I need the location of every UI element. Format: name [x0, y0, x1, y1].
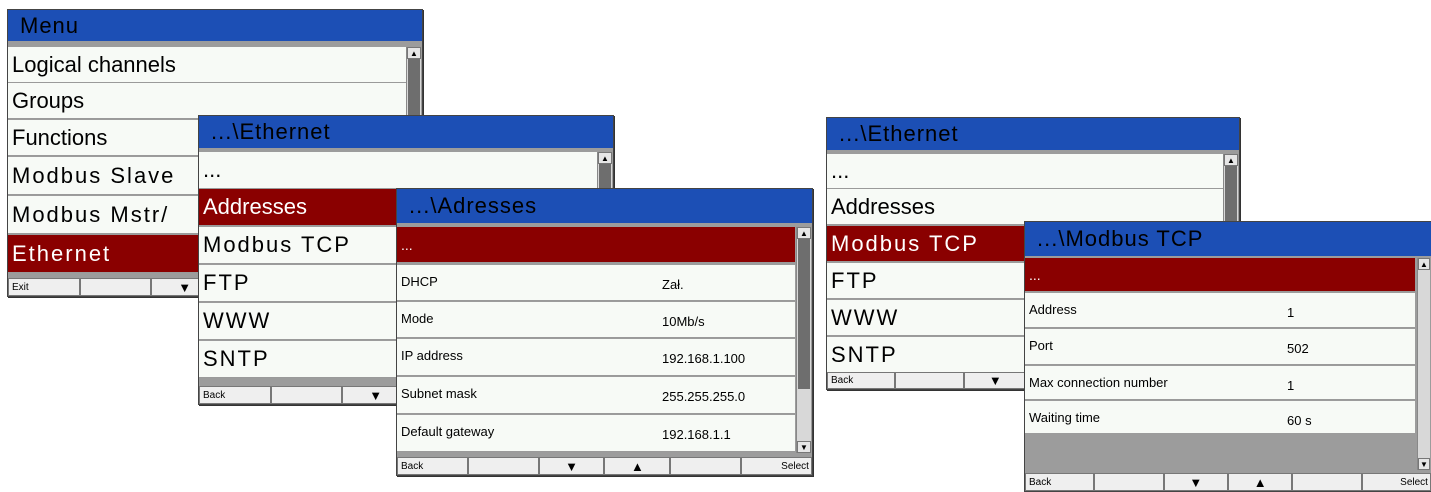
ethernet-right-function-bar: Back ▼ [827, 372, 1027, 389]
port-label: Port [1029, 338, 1053, 353]
ethernet-right-fkey-2[interactable] [895, 372, 964, 389]
ethernet-right-item-up[interactable]: ... [827, 154, 1223, 189]
addresses-row-subnet[interactable]: Subnet mask 255.255.255.0 [397, 377, 795, 414]
scroll-up-arrow-icon[interactable]: ▲ [1224, 154, 1238, 166]
modbus-tcp-list: ... Address 1 Port 502 Max connection nu… [1025, 258, 1415, 433]
addresses-up-button[interactable]: ▲ [604, 457, 671, 475]
default-gateway-label: Default gateway [401, 424, 495, 439]
ethernet-left-item-up[interactable]: ... [199, 152, 597, 189]
addresses-fkey-2[interactable] [467, 457, 539, 475]
modbus-tcp-fkey-5[interactable] [1292, 473, 1362, 491]
back-button[interactable]: Back [397, 457, 468, 475]
modbus-tcp-row-address[interactable]: Address 1 [1025, 293, 1415, 328]
ethernet-left-title: ...\Ethernet [199, 116, 613, 148]
subnet-mask-label: Subnet mask [401, 386, 477, 401]
scroll-down-arrow-icon[interactable]: ▼ [797, 441, 811, 453]
dhcp-label: DHCP [401, 274, 438, 289]
scroll-up-arrow-icon[interactable]: ▲ [598, 152, 612, 164]
modbus-tcp-item-up[interactable]: ... [1025, 258, 1415, 292]
modbus-tcp-title: ...\Modbus TCP [1025, 222, 1431, 256]
modbus-tcp-row-waiting-time[interactable]: Waiting time 60 s [1025, 401, 1415, 433]
ethernet-left-function-bar: Back ▼ [199, 386, 410, 404]
addresses-function-bar: Back ▼ ▲ Select [397, 457, 812, 475]
waiting-time-value: 60 s [1287, 413, 1312, 428]
ethernet-right-down-button[interactable]: ▼ [963, 372, 1027, 389]
back-button[interactable]: Back [199, 386, 271, 404]
addresses-row-gateway[interactable]: Default gateway 192.168.1.1 [397, 415, 795, 452]
mode-value: 10Mb/s [662, 314, 705, 329]
exit-button[interactable]: Exit [8, 278, 80, 296]
modbus-tcp-function-bar: Back ▼ ▲ Select [1025, 473, 1431, 491]
addresses-row-dhcp[interactable]: DHCP Zał. [397, 265, 795, 301]
modbus-tcp-window: ...\Modbus TCP ... Address 1 Port 502 Ma… [1024, 221, 1431, 492]
modbus-tcp-row-max-connections[interactable]: Max connection number 1 [1025, 366, 1415, 400]
ip-address-label: IP address [401, 348, 463, 363]
addresses-scrollbar[interactable]: ▲ ▼ [796, 227, 811, 453]
max-connection-number-value: 1 [1287, 378, 1295, 393]
addresses-fkey-5[interactable] [670, 457, 742, 475]
menu-item-groups[interactable]: Groups [8, 83, 406, 119]
addresses-list: ... DHCP Zał. Mode 10Mb/s IP address 192… [397, 227, 795, 457]
addresses-down-button[interactable]: ▼ [538, 457, 605, 475]
scroll-up-arrow-icon[interactable]: ▲ [1418, 258, 1430, 270]
modbus-tcp-scrollbar[interactable]: ▲ ▼ [1417, 258, 1430, 470]
default-gateway-value: 192.168.1.1 [662, 427, 731, 442]
dhcp-value: Zał. [662, 277, 684, 292]
modbus-tcp-fkey-2[interactable] [1094, 473, 1164, 491]
modbus-tcp-up-button[interactable]: ▲ [1227, 473, 1293, 491]
addresses-row-ip[interactable]: IP address 192.168.1.100 [397, 339, 795, 376]
ethernet-right-item-addresses[interactable]: Addresses [827, 189, 1223, 225]
mode-label: Mode [401, 311, 434, 326]
modbus-tcp-row-port[interactable]: Port 502 [1025, 329, 1415, 365]
scroll-down-arrow-icon[interactable]: ▼ [1418, 458, 1430, 470]
menu-function-bar: Exit ▼ [8, 278, 219, 296]
subnet-mask-value: 255.255.255.0 [662, 389, 746, 404]
scroll-up-arrow-icon[interactable]: ▲ [407, 47, 421, 59]
addresses-row-mode[interactable]: Mode 10Mb/s [397, 302, 795, 338]
scroll-up-arrow-icon[interactable]: ▲ [797, 227, 811, 239]
back-button[interactable]: Back [827, 372, 896, 389]
back-button[interactable]: Back [1025, 473, 1095, 491]
port-value: 502 [1287, 341, 1309, 356]
address-value: 1 [1287, 305, 1295, 320]
addresses-title: ...\Adresses [397, 189, 812, 223]
select-button[interactable]: Select [1361, 473, 1431, 491]
ethernet-right-title: ...\Ethernet [827, 118, 1239, 150]
menu-title: Menu [8, 10, 422, 41]
menu-fkey-2[interactable] [79, 278, 152, 296]
waiting-time-label: Waiting time [1029, 410, 1101, 425]
ip-address-value: 192.168.1.100 [662, 351, 746, 366]
select-button[interactable]: Select [741, 457, 812, 475]
addresses-window: ...\Adresses ... DHCP Zał. Mode 10Mb/s I… [396, 188, 813, 476]
ethernet-left-fkey-2[interactable] [270, 386, 343, 404]
modbus-tcp-down-button[interactable]: ▼ [1163, 473, 1228, 491]
addresses-item-up[interactable]: ... [397, 227, 795, 263]
address-label: Address [1029, 302, 1077, 317]
scroll-thumb[interactable] [798, 239, 810, 389]
menu-item-logical-channels[interactable]: Logical channels [8, 47, 406, 83]
max-connection-number-label: Max connection number [1029, 375, 1168, 390]
